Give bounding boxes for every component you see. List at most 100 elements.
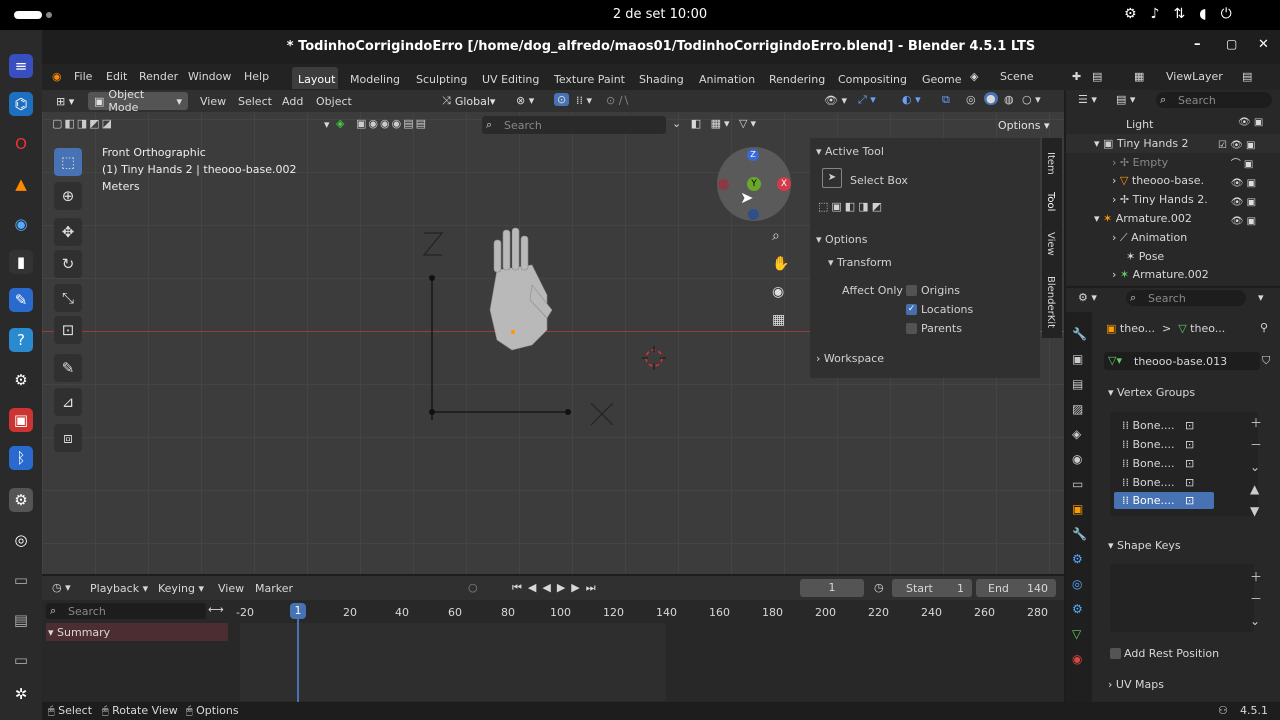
outliner-item-armature-data[interactable]: › ✶ Armature.002 xyxy=(1112,268,1209,281)
menu-edit[interactable]: Edit xyxy=(106,70,127,83)
shape-keys-header[interactable]: ▾ Shape Keys xyxy=(1108,539,1181,552)
menu-render[interactable]: Render xyxy=(139,70,178,83)
active-tool-header[interactable]: ▾ Active Tool xyxy=(816,145,884,158)
vertex-group-item[interactable]: ⁞⁞ Bone.... ⊡ xyxy=(1122,457,1194,470)
gizmo-z[interactable]: Z xyxy=(747,149,759,161)
snap-icon[interactable]: ⊙ xyxy=(554,93,570,106)
tab-rendering[interactable]: Rendering xyxy=(769,73,825,86)
overlay-toggle-icon[interactable]: ◐ ▾ xyxy=(902,93,921,106)
vertex-groups-header[interactable]: ▾ Vertex Groups xyxy=(1108,386,1195,399)
obs-icon[interactable]: ◎ xyxy=(9,528,33,552)
filter-icons[interactable]: ⌄ ◧ ▦▾ ▽▾ xyxy=(672,117,759,130)
menu-keying[interactable]: Keying ▾ xyxy=(158,582,204,595)
tab-animation[interactable]: Animation xyxy=(699,73,755,86)
outliner-item-theooo-base[interactable]: › ▽ theooo-base. xyxy=(1112,174,1204,187)
properties-editor-icon[interactable]: ⚙ ▾ xyxy=(1078,291,1097,304)
scene-selector[interactable]: Scene xyxy=(1000,70,1034,83)
editor-icon[interactable]: ✎ xyxy=(9,288,33,312)
scale-tool[interactable]: ⤡ xyxy=(54,284,82,312)
tab-uv-editing[interactable]: UV Editing xyxy=(482,73,539,86)
tab-blenderkit[interactable]: BlenderKit xyxy=(1045,276,1056,328)
rotate-tool[interactable]: ↻ xyxy=(54,250,82,278)
outliner-item-light[interactable]: Light xyxy=(1126,118,1153,131)
viewlayer-new-icon[interactable]: ▤ xyxy=(1242,70,1252,83)
move-tool[interactable]: ✥ xyxy=(54,218,82,246)
timeline-editor-icon[interactable]: ◷ ▾ xyxy=(52,581,71,594)
playback-controls[interactable]: ⏮◀◀▶▶⏭ xyxy=(512,581,602,595)
snap-target-icon[interactable]: ⁞⁞ ▾ xyxy=(576,94,592,107)
scene-new-icon[interactable]: ▤ xyxy=(1092,70,1102,83)
tab-view[interactable]: View xyxy=(1045,232,1056,256)
activities-indicator[interactable] xyxy=(14,11,42,19)
outliner-item-pose[interactable]: ✶ Pose xyxy=(1126,250,1164,263)
files-icon[interactable]: ▤ xyxy=(9,608,33,632)
tab-sculpting[interactable]: Sculpting xyxy=(416,73,467,86)
outliner-item-tiny-hands-2[interactable]: ▾ ▣ Tiny Hands 2 xyxy=(1094,137,1189,150)
app-grid-icon[interactable]: ✲ xyxy=(9,682,33,706)
pan-hand-icon[interactable]: ✋ xyxy=(772,256,789,272)
select-mode-icons[interactable]: ⬚▣◧◨◩ xyxy=(818,200,885,213)
transform-orientation[interactable]: ⤨ Global ▾ xyxy=(436,92,506,110)
outliner-item-animation[interactable]: › ⟋ Animation xyxy=(1112,231,1187,245)
ortho-toggle-icon[interactable]: ▦ xyxy=(772,312,785,328)
camera-view-icon[interactable]: ◉ xyxy=(772,284,784,300)
pivot-icon[interactable]: ⊗ ▾ xyxy=(516,94,534,107)
gizmo-neg-x[interactable] xyxy=(718,179,729,190)
outliner-item-armature[interactable]: ▾ ✶ Armature.002 xyxy=(1094,212,1192,225)
mode-selector[interactable]: ▣ Object Mode ▾ xyxy=(88,88,188,114)
gizmo-x[interactable]: X xyxy=(777,177,791,191)
editor-type-button[interactable]: ⊞ ▾ xyxy=(50,92,80,110)
breadcrumb[interactable]: ▣ theo... > ▽ theo... xyxy=(1106,322,1225,335)
menu-help[interactable]: Help xyxy=(244,70,269,83)
tab-geometry[interactable]: Geome xyxy=(922,73,962,86)
vertex-group-item-selected[interactable]: ⁞⁞ Bone.... ⊡ xyxy=(1122,494,1194,507)
gizmo-neg-z[interactable] xyxy=(748,209,759,220)
start-frame-field[interactable]: Start 1 xyxy=(892,579,972,597)
xray-icon[interactable]: ⧉ xyxy=(942,93,950,107)
zoom-icon[interactable]: ⌕ xyxy=(772,228,780,244)
drive2-icon[interactable]: ▭ xyxy=(9,648,33,672)
tray-icons[interactable]: ⚙♪⇅◖⏻ xyxy=(1124,6,1246,22)
close-button[interactable]: ✕ xyxy=(1258,37,1269,52)
vertex-group-item[interactable]: ⁞⁞ Bone.... ⊡ xyxy=(1122,476,1194,489)
outliner-toggles[interactable]: ☑ 👁 ▣ ⌒ ▣ 👁 ▣ 👁 ▣ 👁 ▣ xyxy=(1218,136,1256,231)
transform-tool[interactable]: ⊡ xyxy=(54,316,82,344)
drive-icon[interactable]: ▭ xyxy=(9,568,33,592)
store-icon[interactable]: ▣ xyxy=(9,408,33,432)
menu-view[interactable]: View xyxy=(200,95,226,108)
menu-select[interactable]: Select xyxy=(238,95,272,108)
measure-tool[interactable]: ⊿ xyxy=(54,388,82,416)
timeline-area[interactable] xyxy=(240,623,666,701)
menu-add[interactable]: Add xyxy=(282,95,303,108)
options-header[interactable]: ▾ Options xyxy=(816,233,867,246)
viewlayer-selector[interactable]: ViewLayer xyxy=(1166,70,1223,83)
menu-file[interactable]: File xyxy=(74,70,92,83)
menu-window[interactable]: Window xyxy=(188,70,231,83)
options-dropdown[interactable]: Options ▾ xyxy=(992,116,1055,134)
vlc-icon[interactable]: ▲ xyxy=(9,172,33,196)
playhead-line[interactable] xyxy=(297,612,299,702)
proportional-edit-icon[interactable]: ⊙ ∕∖ xyxy=(606,94,629,107)
resize-arrows-icon[interactable]: ⟷ xyxy=(208,603,224,616)
minimize-button[interactable]: – xyxy=(1194,37,1201,52)
menu-object[interactable]: Object xyxy=(316,95,352,108)
add-cube-tool[interactable]: ⧈ xyxy=(54,424,82,452)
shape-keys-list[interactable] xyxy=(1110,564,1254,632)
light-toggles[interactable]: 👁 ▣ xyxy=(1238,117,1263,128)
fake-user-icon[interactable]: ⛉ xyxy=(1262,354,1270,368)
outliner-editor-icon[interactable]: ☰ ▾ xyxy=(1078,93,1097,106)
settings-icon[interactable]: ⚙ xyxy=(9,368,33,392)
outliner-item-tiny-hands-2-sub[interactable]: › ✢ Tiny Hands 2. xyxy=(1112,193,1208,206)
shading-wire-icon[interactable]: ◎ xyxy=(966,93,976,106)
viewport-search[interactable]: ⌕ Search xyxy=(482,116,666,134)
object-type-filter-icons[interactable]: ▣◉◉◉▤▤ xyxy=(356,117,428,130)
properties-search[interactable]: ⌕ Search xyxy=(1126,290,1246,306)
vertex-group-item[interactable]: ⁞⁞ Bone.... ⊡ xyxy=(1122,419,1194,432)
workspace-header[interactable]: › Workspace xyxy=(816,352,884,365)
tab-tool[interactable]: Tool xyxy=(1045,192,1056,211)
vscode-icon[interactable]: ⌬ xyxy=(9,92,33,116)
vertex-group-actions[interactable]: ＋－ ⌄ ▲ ▼ xyxy=(1250,412,1262,522)
clock[interactable]: 2 de set 10:00 xyxy=(560,7,760,22)
blender-logo-icon[interactable]: ◉ xyxy=(52,70,62,83)
annotate-tool[interactable]: ✎ xyxy=(54,354,82,382)
